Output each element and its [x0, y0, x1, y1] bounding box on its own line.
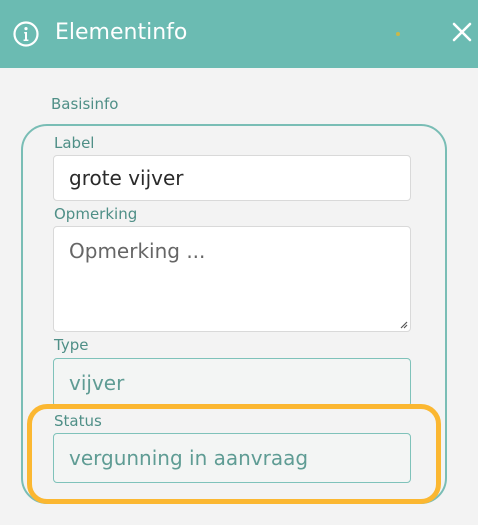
info-icon[interactable] — [12, 20, 40, 48]
section-title: Basisinfo — [51, 95, 119, 113]
type-input-value: vijver — [69, 370, 125, 395]
label-input[interactable]: grote vijver — [53, 155, 411, 201]
opmerking-field-label: Opmerking — [54, 205, 138, 223]
status-highlight — [27, 404, 441, 504]
panel-title: Elementinfo — [55, 20, 188, 45]
opmerking-textarea[interactable]: Opmerking ... — [53, 226, 411, 332]
label-field-label: Label — [54, 134, 95, 152]
opmerking-placeholder: Opmerking ... — [69, 239, 206, 263]
status-dot — [396, 32, 400, 36]
type-input[interactable]: vijver — [53, 358, 411, 407]
label-input-value: grote vijver — [69, 166, 184, 190]
element-info-panel: Elementinfo Basisinfo Label grote vijver… — [0, 0, 478, 525]
type-field-label: Type — [54, 336, 89, 354]
panel-header: Elementinfo — [0, 0, 478, 68]
resize-handle-icon[interactable] — [398, 319, 408, 329]
close-icon[interactable] — [450, 20, 474, 44]
